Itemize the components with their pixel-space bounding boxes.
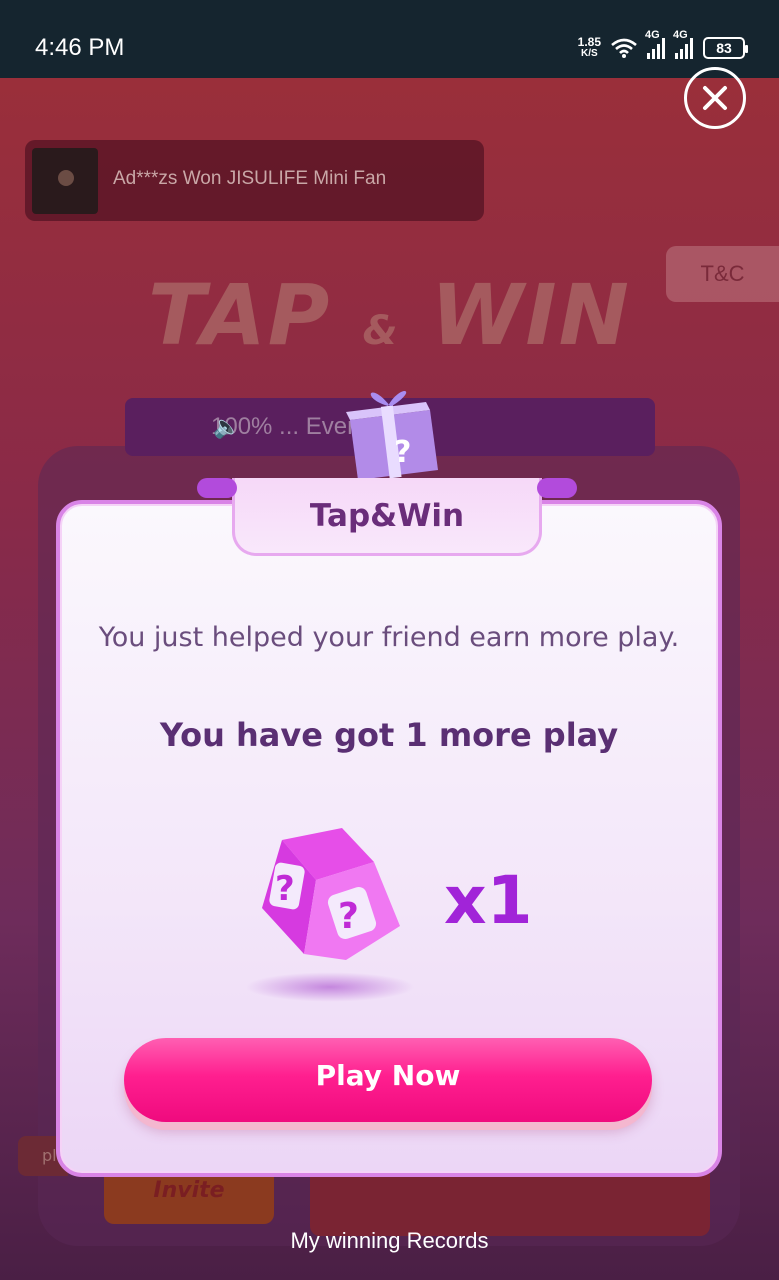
winner-avatar bbox=[32, 148, 98, 214]
play-now-button[interactable]: Play Now bbox=[124, 1038, 652, 1122]
signal-icon-sim2: 4G bbox=[673, 29, 693, 59]
dialog-header: Tap&Win bbox=[197, 478, 577, 556]
svg-text:?: ? bbox=[338, 896, 359, 937]
network-speed-value: 1.85 bbox=[577, 35, 601, 49]
signal-icon-sim1: 4G bbox=[645, 29, 665, 59]
winner-ticker: Ad***zs Won JISULIFE Mini Fan bbox=[25, 140, 484, 221]
close-icon bbox=[703, 86, 727, 110]
battery-level: 83 bbox=[716, 40, 732, 56]
speaker-icon: 🔈 bbox=[213, 414, 241, 439]
dice-shadow bbox=[245, 972, 415, 1002]
close-button[interactable] bbox=[684, 67, 746, 129]
title-word-tap: TAP bbox=[148, 266, 332, 364]
dialog-highlight: You have got 1 more play bbox=[159, 716, 619, 754]
signal-type-sim1: 4G bbox=[645, 29, 660, 41]
my-winning-records-link[interactable]: My winning Records bbox=[0, 1228, 779, 1254]
signal-type-sim2: 4G bbox=[673, 29, 688, 41]
dialog-message: You just helped your friend earn more pl… bbox=[98, 622, 680, 653]
reward-multiplier: x1 bbox=[444, 862, 533, 939]
status-bar: 4:46 PM 1.85 K/S 4G 4G 83 bbox=[0, 0, 779, 78]
network-speed: 1.85 K/S bbox=[578, 36, 601, 60]
dialog-title: Tap&Win bbox=[309, 497, 465, 534]
svg-text:?: ? bbox=[275, 869, 295, 909]
network-speed-unit: K/S bbox=[580, 48, 598, 59]
svg-text:?: ? bbox=[394, 435, 411, 470]
winner-ticker-text: Ad***zs Won JISULIFE Mini Fan bbox=[113, 168, 387, 189]
status-time: 4:46 PM bbox=[35, 34, 125, 61]
status-icons: 1.85 K/S 4G 4G 83 bbox=[578, 29, 748, 66]
title-word-win: WIN bbox=[430, 266, 631, 364]
gift-box-icon: ? bbox=[346, 390, 438, 480]
wifi-icon bbox=[611, 38, 637, 58]
tap-win-title: TAP & WIN bbox=[0, 266, 779, 364]
battery-icon: 83 bbox=[703, 37, 748, 59]
title-ampersand: & bbox=[362, 308, 400, 354]
mystery-dice-icon: ? ? bbox=[262, 828, 400, 960]
